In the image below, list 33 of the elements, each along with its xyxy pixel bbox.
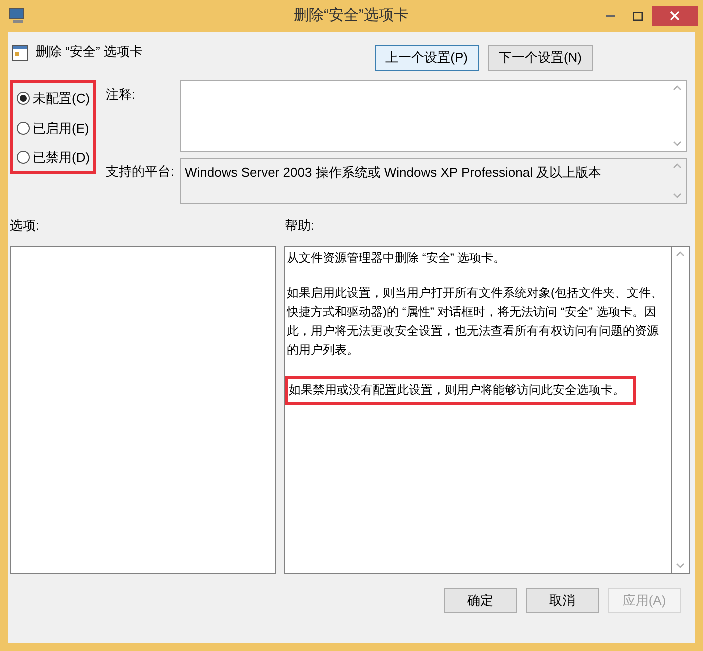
scroll-up-icon[interactable] [673,85,682,91]
scroll-down-icon[interactable] [676,563,685,569]
radio-button[interactable] [17,151,30,164]
help-label: 帮助: [285,217,315,235]
radio-button[interactable] [17,92,30,106]
platform-label: 支持的平台: [106,163,176,181]
policy-icon [12,45,28,61]
nav-button[interactable]: 上一个设置(P) [374,45,479,71]
scroll-up-icon[interactable] [676,251,685,257]
dialog-button[interactable]: 确定 [444,588,517,613]
policy-title: 删除 “安全” 选项卡 [36,43,143,61]
platform-text: Windows Server 2003 操作系统或 Windows XP Professional 及以上版本 [184,164,602,182]
radio-button[interactable] [17,122,30,135]
comment-field[interactable] [180,80,687,152]
scroll-down-icon[interactable] [673,193,682,199]
dialog-button[interactable]: 取消 [526,588,599,613]
nav-button[interactable]: 下一个设置(N) [488,45,593,71]
window-title: 删除“安全”选项卡 [294,6,409,26]
radio-option[interactable]: 未配置(C) [17,89,93,108]
radio-option[interactable]: 已禁用(D) [17,148,93,168]
scroll-up-icon[interactable] [673,163,682,169]
close-icon [670,11,680,21]
comment-label: 注释: [106,86,137,104]
window-app-icon [9,8,27,24]
options-label: 选项: [10,217,41,235]
close-button[interactable] [652,6,698,26]
radio-option[interactable]: 已启用(E) [17,118,93,138]
help-paragraph: 如果启用此设置，则当用户打开所有文件系统对象(包括文件夹、文件、快捷方式和驱动器)的 “属性” 对话框时，将无法访问 “安全” 选项卡。因此，用户将无法更改安全设置，也无法查看所有有权访问有问题的资源的用户列表。 [287,285,664,359]
help-paragraph: 从文件资源管理器中删除 “安全” 选项卡。 [287,250,507,267]
help-paragraph: 如果禁用或没有配置此设置，则用户将能够访问此安全选项卡。 [285,376,636,405]
maximize-icon [633,12,643,20]
minimize-icon [606,15,614,17]
scroll-down-icon[interactable] [673,141,682,147]
